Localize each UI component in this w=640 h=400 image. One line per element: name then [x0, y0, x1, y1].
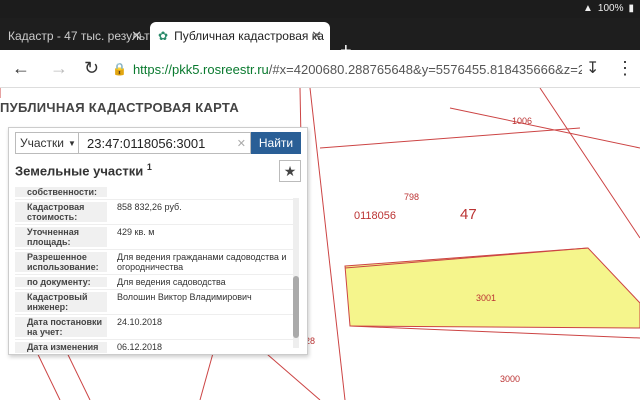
boundary-line	[539, 88, 640, 239]
info-row: Уточненная площадь: 429 кв. м	[15, 225, 295, 250]
close-icon[interactable]: ✕	[311, 28, 322, 44]
reload-icon[interactable]: ↻	[84, 58, 99, 79]
map-label-quarter: 0118056	[354, 210, 397, 222]
search-input[interactable]: 23:47:0118056:3001 ✕	[79, 132, 251, 154]
info-key: по документу:	[15, 277, 107, 287]
info-key: Разрешенное использование:	[15, 252, 107, 272]
map-label-3000: 3000	[500, 374, 521, 384]
tab-bar: Кадастр - 47 тыс. результато ✕ ✿ Публичн…	[0, 18, 640, 62]
search-type-select[interactable]: Участки ▼	[15, 132, 79, 154]
url-path: /#x=4200680.288765648&y=5576455.81843566…	[268, 61, 582, 77]
parcel-3001	[344, 247, 640, 329]
info-key: собственности:	[15, 187, 107, 197]
scrollbar-thumb[interactable]	[293, 276, 299, 338]
info-key: Дата изменения сведений в ГКН:	[15, 342, 107, 353]
search-value: 23:47:0118056:3001	[87, 135, 206, 151]
info-row: Кадастровый инженер: Волошин Виктор Влади…	[15, 290, 295, 315]
info-value	[107, 187, 295, 197]
address-bar: ← → ↻ 🔒 https://pkk5.rosreestr.ru /#x=42…	[0, 50, 640, 88]
panel-title-text: Земельные участки	[15, 163, 144, 179]
map-label-district: 47	[460, 206, 477, 223]
url-field[interactable]: 🔒 https://pkk5.rosreestr.ru /#x=4200680.…	[112, 56, 582, 82]
info-row: Разрешенное использование: Для ведения гр…	[15, 250, 295, 275]
info-value: 24.10.2018	[117, 317, 163, 327]
search-row: Участки ▼ 23:47:0118056:3001 ✕ Найти	[15, 132, 301, 154]
info-value: 858 832,26 руб.	[117, 202, 182, 212]
info-value: Для ведения садоводства	[117, 277, 226, 287]
info-value: Для ведения гражданами садоводства и ого…	[117, 252, 287, 272]
info-key: Дата постановки на учет:	[15, 317, 107, 337]
info-key: Уточненная площадь:	[15, 227, 107, 247]
boundary-line	[319, 127, 581, 149]
wifi-icon: ▲	[583, 3, 593, 14]
map-label-1006: 1006	[512, 116, 533, 126]
info-row: собственности:	[15, 185, 295, 200]
close-icon[interactable]: ✕	[131, 28, 142, 44]
info-table: собственности: Кадастровая стоимость: 858…	[15, 185, 295, 353]
tab-label: Кадастр - 47 тыс. результато	[8, 29, 150, 43]
star-icon[interactable]: ★	[279, 160, 301, 182]
info-value: Волошин Виктор Владимирович	[117, 292, 252, 302]
info-key: Кадастровая стоимость:	[15, 202, 107, 222]
info-key: Кадастровый инженер:	[15, 292, 107, 312]
tab-label: Публичная кадастровая ка	[174, 29, 324, 43]
info-row: Кадастровая стоимость: 858 832,26 руб.	[15, 200, 295, 225]
map-label-3001: 3001	[476, 293, 497, 303]
panel-title-count: 1	[146, 162, 152, 172]
info-row: Дата изменения сведений в ГКН: 06.12.2018	[15, 340, 295, 353]
url-host: https://pkk5.rosreestr.ru	[132, 61, 269, 77]
favicon-icon: ✿	[158, 29, 169, 43]
chevron-down-icon: ▼	[68, 138, 76, 148]
status-bar: ▲ 100% ▮	[0, 0, 640, 18]
forward-icon[interactable]: →	[50, 58, 68, 79]
boundary-line	[259, 347, 321, 400]
download-icon[interactable]: ↧	[586, 58, 599, 78]
search-panel: Участки ▼ 23:47:0118056:3001 ✕ Найти Зем…	[8, 127, 308, 355]
tab-pkk[interactable]: ✿ Публичная кадастровая ка ✕	[150, 22, 330, 50]
lock-icon: 🔒	[112, 62, 127, 76]
info-row: по документу: Для ведения садоводства	[15, 275, 295, 290]
clear-icon[interactable]: ✕	[237, 137, 246, 150]
find-button[interactable]: Найти	[251, 132, 301, 154]
info-value: 429 кв. м	[117, 227, 155, 237]
back-icon[interactable]: ←	[12, 58, 30, 79]
map-label-798: 798	[404, 192, 420, 202]
info-row: Дата постановки на учет: 24.10.2018	[15, 315, 295, 340]
battery-text: 100%	[597, 3, 624, 14]
info-value: 06.12.2018	[117, 342, 163, 352]
panel-title: Земельные участки 1	[15, 162, 152, 178]
page-title: ПУБЛИЧНАЯ КАДАСТРОВАЯ КАРТА	[0, 100, 240, 115]
boundary-line	[449, 107, 640, 149]
tab-kadastr[interactable]: Кадастр - 47 тыс. результато ✕	[0, 22, 150, 50]
menu-icon[interactable]: ⋮	[616, 58, 634, 79]
battery-icon: ▮	[628, 3, 634, 14]
boundary-line	[309, 88, 346, 400]
search-type-label: Участки	[20, 136, 64, 150]
